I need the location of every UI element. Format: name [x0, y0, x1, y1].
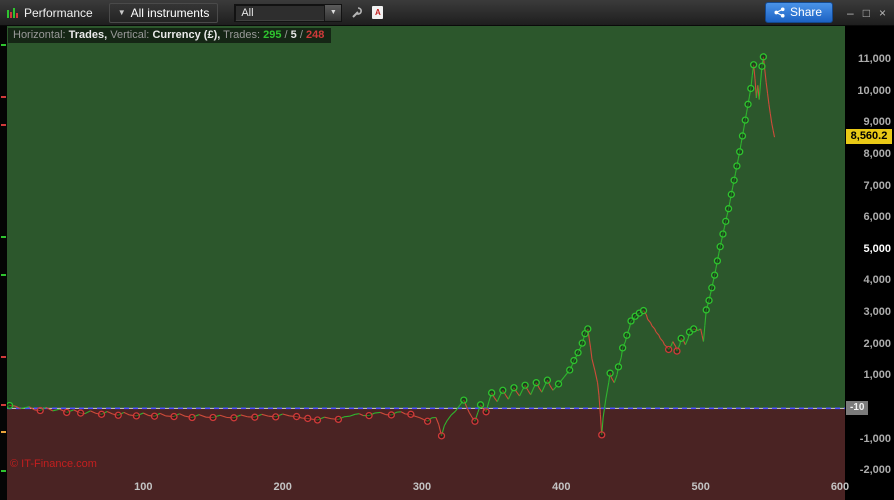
performance-chart[interactable] — [0, 26, 894, 500]
x-axis-label: 500 — [691, 481, 710, 493]
y-axis-label: 4,000 — [863, 274, 891, 287]
window-controls: – □ × — [847, 7, 886, 19]
instruments-dropdown-label: All instruments — [130, 5, 210, 20]
left-strip-tick — [1, 274, 6, 276]
close-button[interactable]: × — [879, 7, 886, 19]
chevron-down-icon: ▼ — [117, 7, 126, 17]
tools-button[interactable] — [350, 6, 364, 20]
left-strip-tick — [1, 404, 6, 406]
y-axis-label: 3,000 — [863, 306, 891, 319]
y-axis-label: 5,000 — [863, 242, 891, 255]
x-axis-label: 200 — [273, 481, 292, 493]
zero-line-tag: -10 — [846, 401, 869, 416]
minimize-button[interactable]: – — [847, 7, 854, 19]
trading-app-window: { "toolbar": { "performance_label": "Per… — [0, 0, 894, 500]
share-button-label: Share — [790, 5, 823, 19]
horizontal-value: Trades, — [68, 29, 108, 41]
current-value-tag: 8,560.2 — [846, 129, 892, 145]
y-axis-label: 6,000 — [863, 211, 891, 224]
left-strip-tick — [1, 236, 6, 238]
performance-chart-icon — [7, 8, 18, 18]
y-axis-label: 7,000 — [863, 179, 891, 192]
pdf-icon-letter: A — [374, 8, 381, 17]
share-icon — [774, 6, 785, 18]
separator: / — [299, 29, 303, 41]
left-strip-tick — [1, 470, 6, 472]
restore-button[interactable]: □ — [863, 7, 870, 19]
performance-tab[interactable]: Performance — [6, 6, 93, 20]
y-axis: 11,000 10,000 9,000 8,000 7,000 6,000 5,000 4,0… — [845, 26, 894, 500]
chart-area: Horizontal: Trades, Vertical: Currency (… — [0, 26, 894, 500]
trades-label: Trades: — [223, 29, 261, 41]
y-axis-label: -2,000 — [859, 464, 891, 477]
left-strip-tick — [1, 96, 6, 98]
left-edge-panel — [0, 26, 7, 500]
top-toolbar: Performance ▼ All instruments All ▼ A Sh… — [0, 0, 894, 26]
y-axis-label: 9,000 — [863, 116, 891, 129]
y-axis-label: 8,000 — [863, 147, 891, 160]
left-strip-tick — [1, 431, 6, 433]
losing-trades-count: 248 — [305, 29, 325, 41]
y-axis-label: 10,000 — [857, 84, 891, 97]
performance-label: Performance — [24, 5, 93, 20]
filter-select[interactable]: All ▼ — [234, 3, 343, 22]
neutral-trades-count: 5 — [290, 29, 297, 41]
left-strip-tick — [1, 44, 6, 46]
vertical-value: Currency (£), — [152, 29, 221, 41]
filter-select-value: All — [241, 6, 254, 19]
chart-info-bar: Horizontal: Trades, Vertical: Currency (… — [8, 28, 332, 43]
pdf-export-button[interactable]: A — [372, 6, 384, 19]
left-strip-tick — [1, 356, 6, 358]
separator: / — [284, 29, 288, 41]
wrench-icon — [352, 6, 363, 18]
share-button[interactable]: Share — [765, 2, 834, 23]
vertical-label: Vertical: — [110, 29, 150, 41]
y-axis-label: 1,000 — [863, 369, 891, 382]
select-dropdown-arrow-icon[interactable]: ▼ — [324, 4, 342, 21]
winning-trades-count: 295 — [263, 29, 282, 41]
y-axis-label: 11,000 — [857, 53, 891, 65]
x-axis-label: 100 — [134, 481, 153, 493]
x-axis-label: 400 — [552, 481, 571, 493]
left-strip-tick — [1, 124, 6, 126]
pdf-document-icon: A — [372, 6, 384, 19]
horizontal-label: Horizontal: — [13, 29, 66, 41]
y-axis-label: 2,000 — [863, 337, 891, 350]
y-axis-label: -1,000 — [859, 432, 891, 445]
instruments-dropdown[interactable]: ▼ All instruments — [108, 2, 219, 23]
x-axis-label: 300 — [412, 481, 432, 493]
watermark: © IT-Finance.com — [10, 458, 97, 470]
